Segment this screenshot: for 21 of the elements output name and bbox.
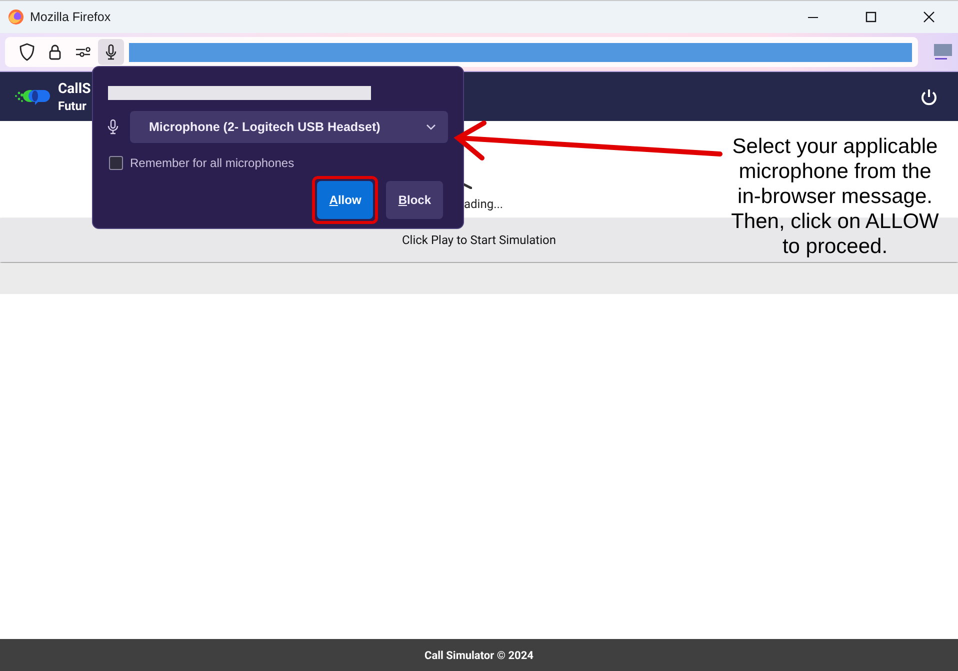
device-dropdown[interactable]: Microphone (2- Logitech USB Headset) [130,111,448,143]
chevron-down-icon [426,124,436,130]
logo-icon [14,88,50,106]
allow-button[interactable]: Allow [317,181,374,219]
power-icon[interactable] [920,88,938,106]
maximize-icon[interactable] [865,11,877,23]
app-title: CallS [58,80,91,98]
display-icon[interactable] [934,44,952,60]
app-subtitle: Futur [58,98,86,114]
browser-logo-icon [8,9,24,25]
microphone-icon [107,119,119,135]
window-title: Mozilla Firefox [30,10,112,24]
annotation-text: Select your applicable microphone from the in-browser message. Then, click on ALLOW to proceed. [730,134,940,259]
block-button[interactable]: Block [386,181,443,219]
checkbox[interactable] [109,156,123,170]
footer-text: Call Simulator © 2024 [424,648,534,662]
close-icon[interactable] [923,11,935,23]
loading-text: ading... [464,197,504,211]
checkbox-label: Remember for all microphones [130,156,294,170]
address-field[interactable] [129,42,912,62]
microphone-icon[interactable] [98,39,124,65]
